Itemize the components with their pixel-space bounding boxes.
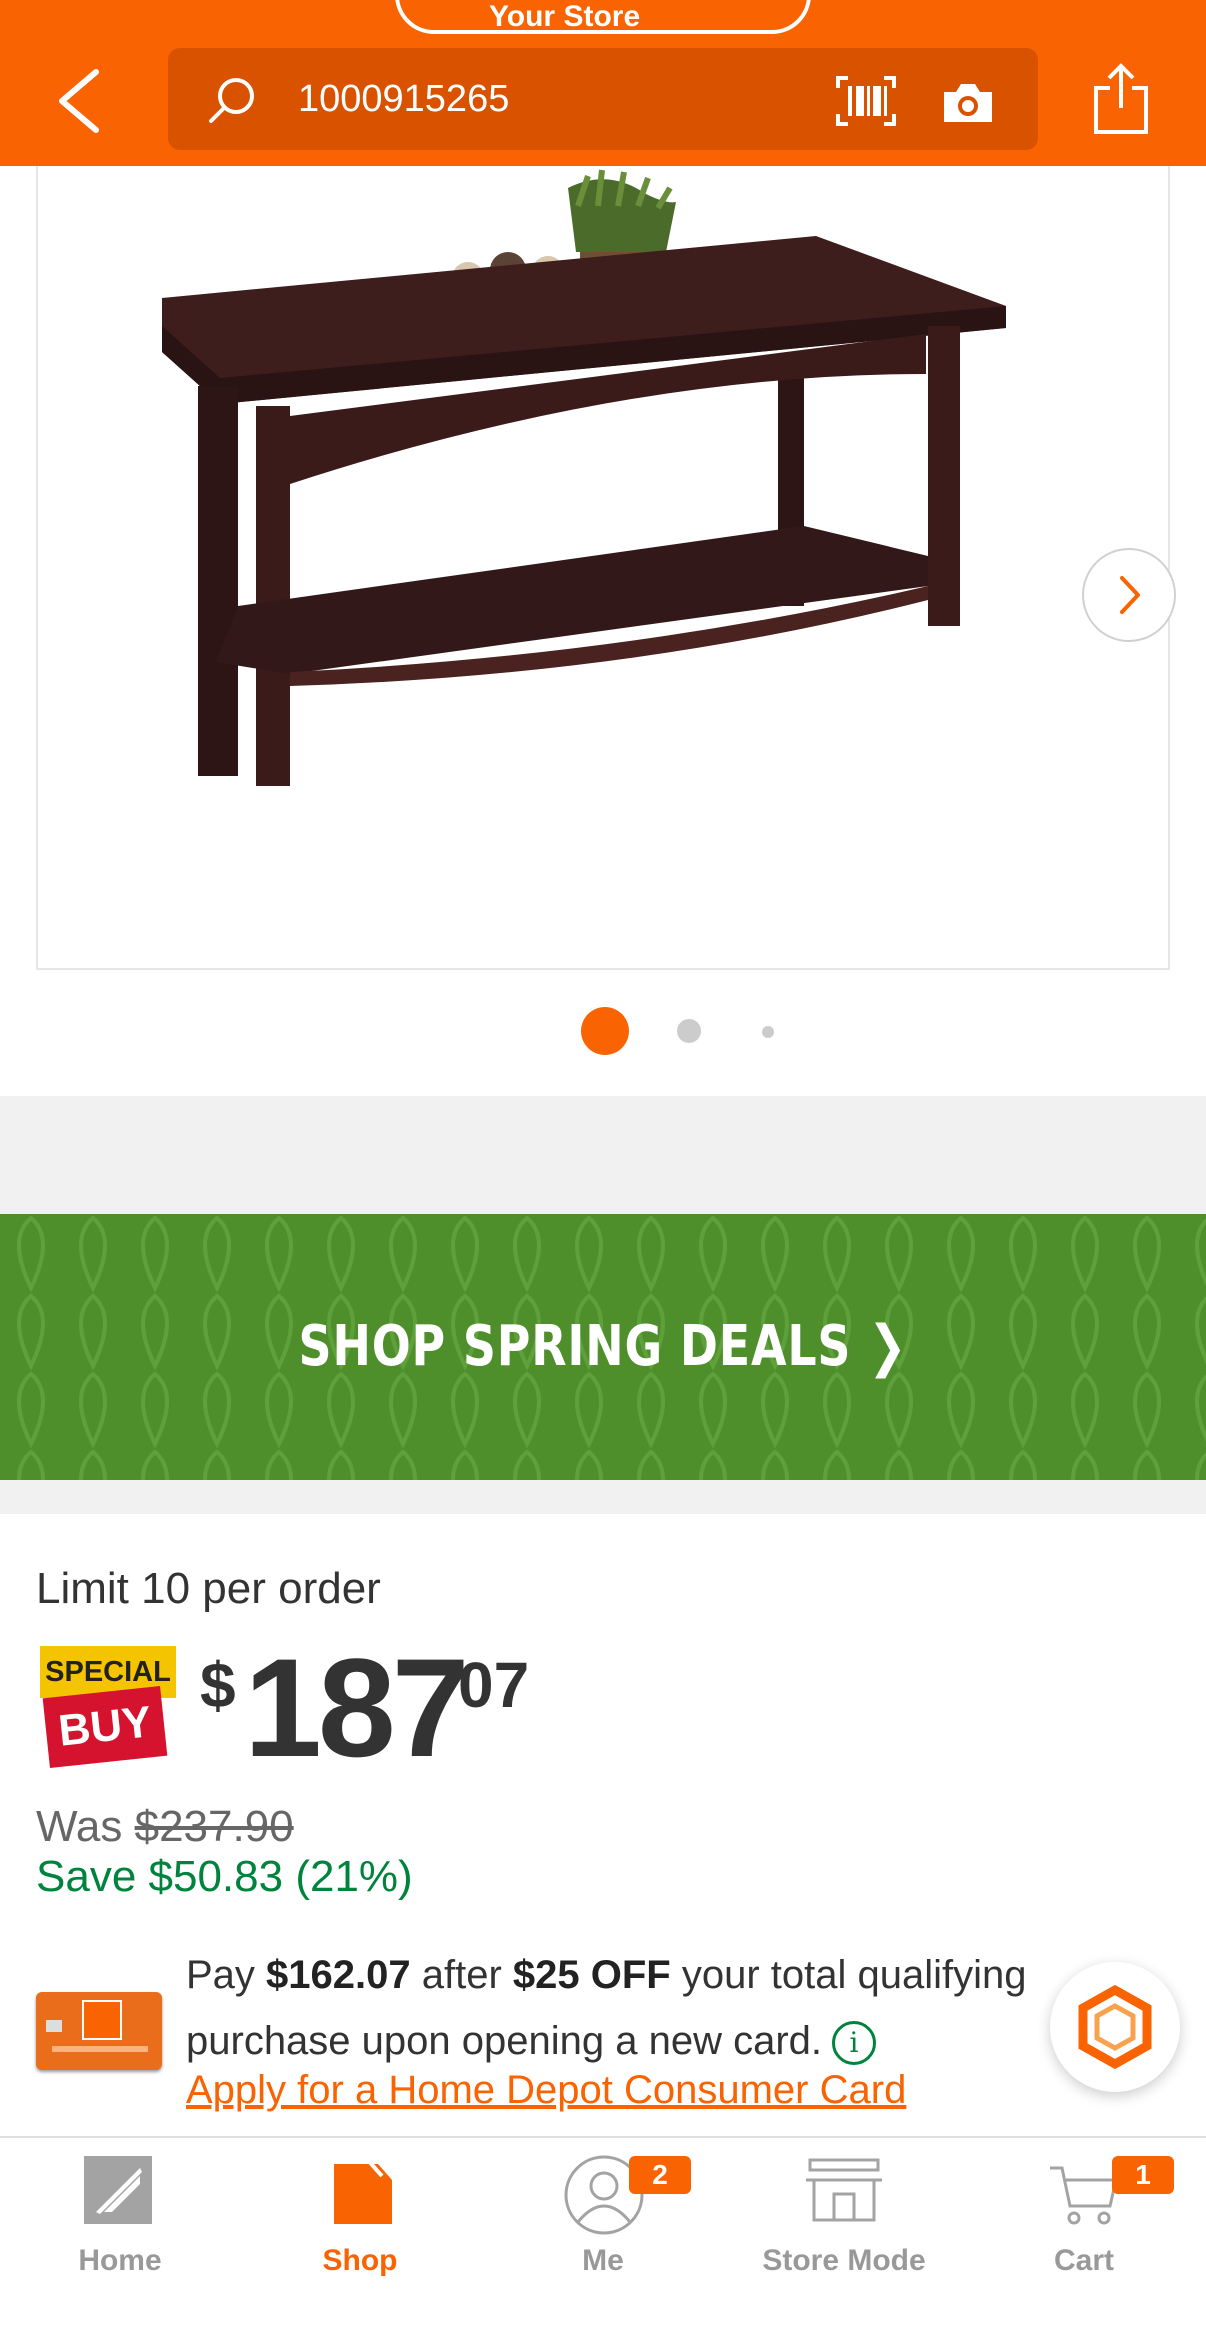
chat-hexagon-icon — [1078, 1984, 1152, 2070]
notification-badge: 2 — [629, 2156, 691, 2194]
card-offer-text: Pay $162.07 after $25 OFF your total qua… — [186, 1942, 1086, 2074]
nav-cart[interactable]: 1 Cart — [964, 2138, 1204, 2326]
product-image[interactable] — [38, 166, 1172, 970]
was-label: Was — [36, 1802, 135, 1851]
card-number-line — [52, 2046, 148, 2052]
back-icon[interactable] — [52, 66, 106, 136]
chevron-right-icon — [1120, 576, 1140, 614]
price-currency: $ — [200, 1649, 236, 1721]
share-icon[interactable] — [1090, 62, 1152, 136]
original-price: $237.90 — [134, 1802, 294, 1851]
store-icon — [806, 2158, 882, 2222]
search-icon — [209, 78, 254, 123]
bottom-navigation: Home Shop 2 Me Store Mode 1 Cart — [0, 2136, 1206, 2326]
search-input[interactable]: 1000915265 — [168, 48, 1038, 150]
was-price: Was $237.90 — [36, 1802, 294, 1852]
store-selector-label: Your Store — [489, 0, 641, 33]
nav-shop[interactable]: Shop — [240, 2138, 480, 2326]
nav-me-label: Me — [582, 2244, 624, 2277]
nav-home[interactable]: Home — [0, 2138, 240, 2326]
product-image-carousel[interactable] — [36, 166, 1176, 970]
special-badge-bottom: BUY — [42, 1686, 168, 1768]
carousel-pagination — [0, 1002, 1206, 1055]
offer-discount: $25 OFF — [512, 1953, 671, 1997]
offer-after-label: after — [410, 1953, 513, 1997]
nav-me[interactable]: 2 Me — [483, 2138, 723, 2326]
nav-store-mode-label: Store Mode — [762, 2244, 926, 2277]
search-query: 1000915265 — [298, 78, 510, 120]
home-depot-logo-icon — [84, 2156, 152, 2224]
nav-home-label: Home — [78, 2244, 162, 2277]
barcode-icon[interactable] — [836, 76, 896, 126]
apply-card-link[interactable]: Apply for a Home Depot Consumer Card — [186, 2068, 906, 2113]
savings-text: Save $50.83 (21%) — [36, 1852, 413, 1901]
store-selector[interactable]: Your Store — [395, 0, 811, 34]
offer-pay-amount: $162.07 — [266, 1953, 411, 1997]
pagination-dot[interactable] — [762, 1026, 774, 1038]
cart-icon — [1050, 2166, 1118, 2225]
section-divider — [0, 1096, 1206, 1214]
pagination-dot-active[interactable] — [581, 1007, 629, 1055]
chat-button[interactable] — [1050, 1962, 1180, 2092]
credit-card-image — [36, 1992, 162, 2070]
nav-shop-label: Shop — [322, 2244, 398, 2277]
purchase-limit: Limit 10 per order — [36, 1564, 381, 1613]
top-header: Your Store 1000915265 — [0, 0, 1206, 166]
nav-store-mode[interactable]: Store Mode — [724, 2138, 964, 2326]
section-divider — [0, 1480, 1206, 1514]
price-dollars: 187 — [244, 1629, 470, 1786]
banner-text: SHOP SPRING DEALS ❯ — [298, 1314, 908, 1379]
card-chip — [46, 2020, 62, 2032]
nav-cart-label: Cart — [1053, 2244, 1114, 2277]
promo-banner[interactable]: SHOP SPRING DEALS ❯ — [0, 1214, 1206, 1480]
camera-icon[interactable] — [940, 78, 996, 126]
cart-count-badge: 1 — [1112, 2156, 1174, 2194]
shop-tag-icon — [334, 2156, 392, 2224]
special-buy-badge: SPECIAL BUY — [36, 1646, 178, 1774]
home-depot-logo — [82, 2000, 122, 2040]
info-icon[interactable]: i — [832, 2021, 877, 2065]
offer-pay-label: Pay — [186, 1953, 267, 1997]
pagination-dot[interactable] — [677, 1019, 701, 1043]
price-cents: 07 — [458, 1649, 530, 1721]
next-image-button[interactable] — [1082, 548, 1176, 642]
